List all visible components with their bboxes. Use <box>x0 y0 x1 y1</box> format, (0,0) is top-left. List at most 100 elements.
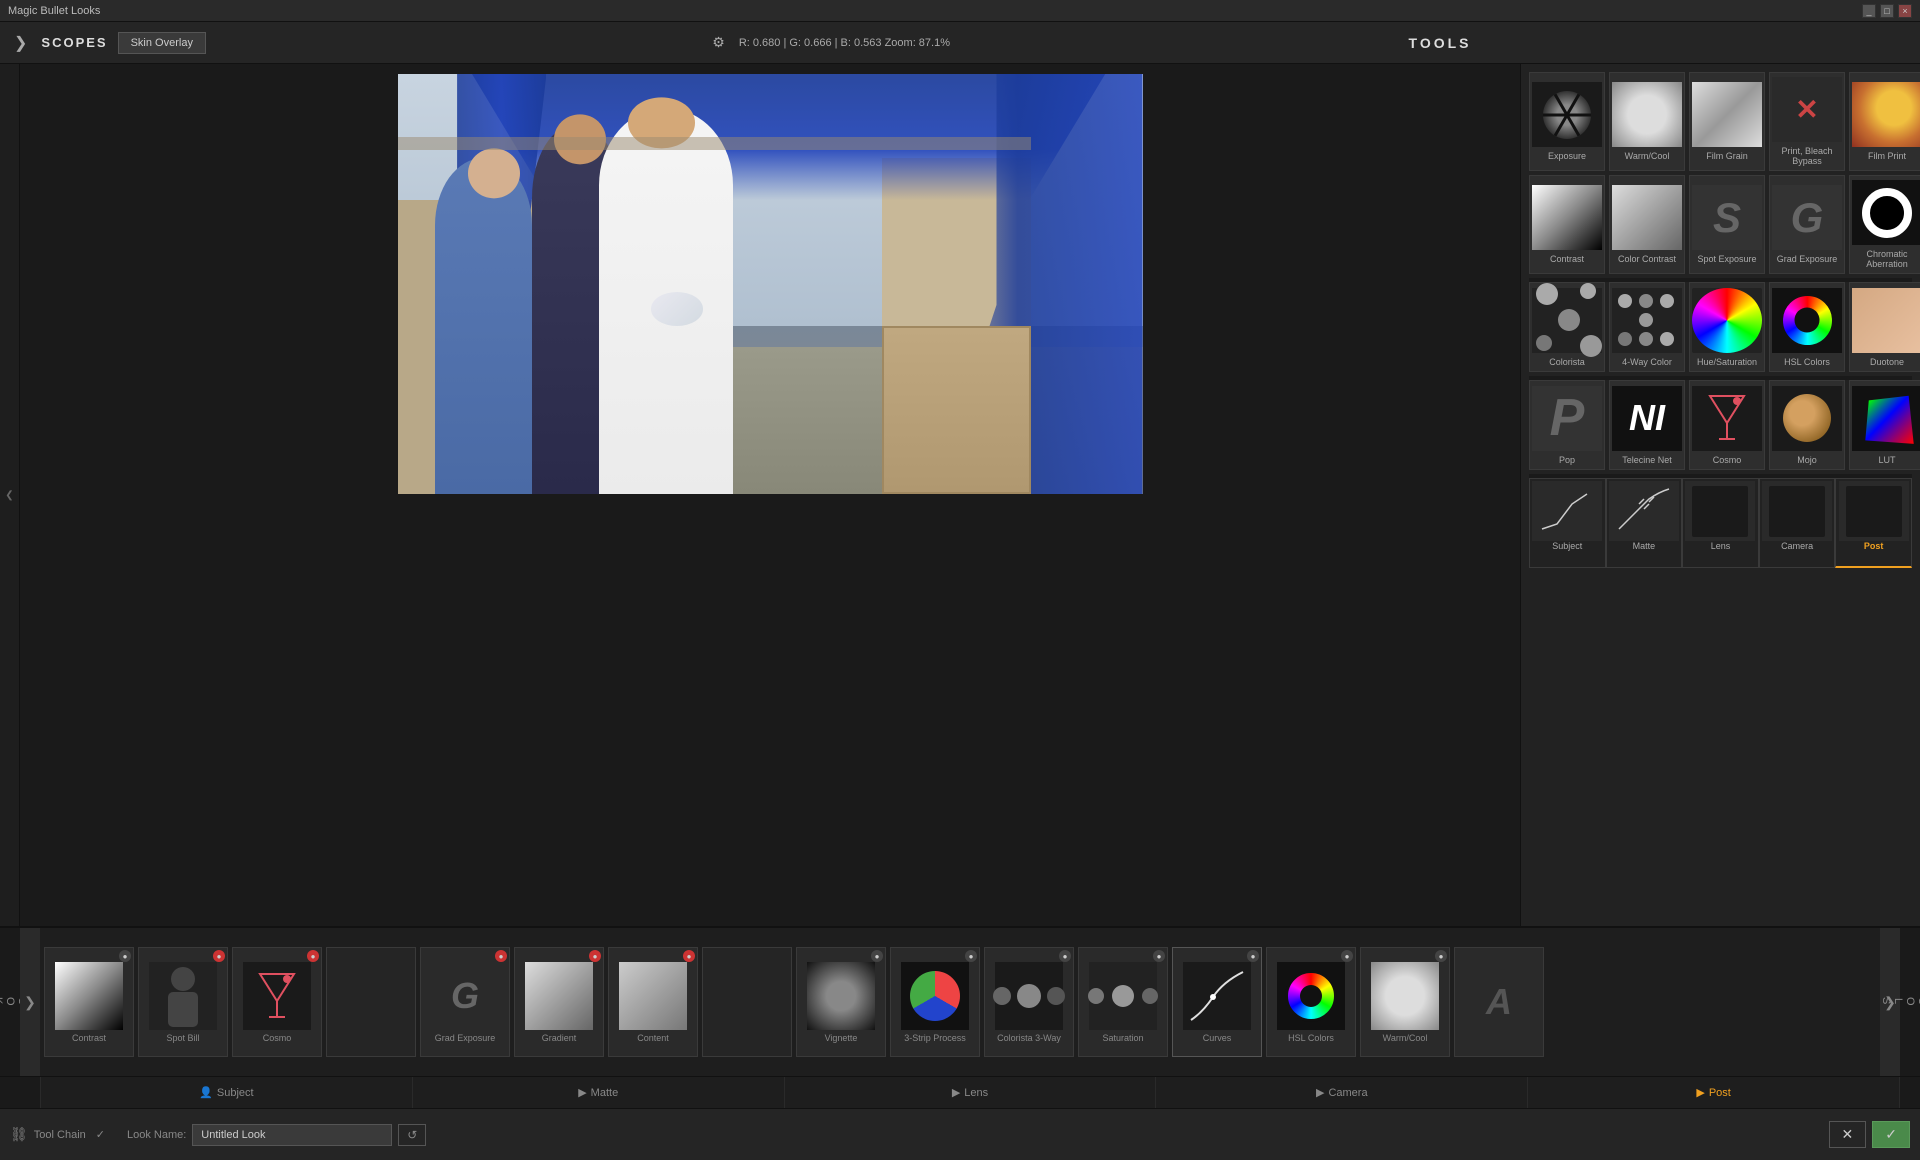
titlebar: Magic Bullet Looks _ □ × <box>0 0 1920 22</box>
tool-huesat[interactable]: Hue/Saturation <box>1689 282 1765 372</box>
pop-icon: P <box>1532 386 1602 451</box>
strip-thumb-gradient <box>524 961 594 1031</box>
tool-contrast[interactable]: Contrast <box>1529 175 1605 274</box>
strip-close-contrast[interactable]: ● <box>119 950 131 962</box>
segment-subject[interactable]: Subject <box>1529 478 1606 568</box>
section-subject[interactable]: 👤 Subject <box>40 1077 413 1108</box>
strip-item-hslcolors[interactable]: ● HSL Colors <box>1266 947 1356 1057</box>
section-camera[interactable]: ▶ Camera <box>1156 1077 1528 1108</box>
gradient-strip-icon <box>525 962 593 1030</box>
app-title: Magic Bullet Looks <box>8 5 100 17</box>
close-button[interactable]: × <box>1898 4 1912 18</box>
hslcolors-label: HSL Colors <box>1784 357 1830 367</box>
spotbill-strip-icon <box>149 962 217 1030</box>
segment-lens[interactable]: Lens <box>1682 478 1759 568</box>
strip-close-curves[interactable]: ● <box>1247 950 1259 962</box>
maximize-button[interactable]: □ <box>1880 4 1894 18</box>
strip-item-colorista3[interactable]: ● Colorista 3-Way <box>984 947 1074 1057</box>
post-bar-label: Post <box>1709 1087 1731 1099</box>
collapse-button[interactable]: ❯ <box>10 29 31 57</box>
tool-spotexposure[interactable]: S Spot Exposure <box>1689 175 1765 274</box>
tool-cosmo[interactable]: Cosmo <box>1689 380 1765 470</box>
o4-char: O <box>1904 997 1916 1008</box>
matte-bar-label: Matte <box>591 1087 619 1099</box>
colorcontrast-icon <box>1612 185 1682 250</box>
printbleach-label: Print, Bleach Bypass <box>1772 146 1842 166</box>
strip-item-content[interactable]: ● Content <box>608 947 698 1057</box>
strip-left-arrow[interactable]: ❯ <box>20 928 40 1076</box>
section-lens[interactable]: ▶ Lens <box>785 1077 1157 1108</box>
segment-matte[interactable]: Matte <box>1606 478 1683 568</box>
tool-gradexposure[interactable]: G Grad Exposure <box>1769 175 1845 274</box>
strip-item-spotbill[interactable]: ● Spot Bill <box>138 947 228 1057</box>
apply-button[interactable]: ✓ <box>1872 1121 1910 1148</box>
segment-post[interactable]: Post <box>1835 478 1912 568</box>
tool-mojo[interactable]: Mojo <box>1769 380 1845 470</box>
chromatic-thumb <box>1852 180 1920 245</box>
tool-duotone[interactable]: Duotone <box>1849 282 1920 372</box>
strip-item-saturation[interactable]: ● Saturation <box>1078 947 1168 1057</box>
minimize-button[interactable]: _ <box>1862 4 1876 18</box>
reset-button[interactable]: ↺ <box>398 1124 426 1146</box>
tool-telecine[interactable]: NI Telecine Net <box>1609 380 1685 470</box>
tool-pop[interactable]: P Pop <box>1529 380 1605 470</box>
lut-thumb <box>1852 386 1920 451</box>
dot-1 <box>1536 283 1558 305</box>
strip-close-cosmo[interactable]: ● <box>307 950 319 962</box>
strip-close-3strip[interactable]: ● <box>965 950 977 962</box>
tool-printbleach[interactable]: ✕ Print, Bleach Bypass <box>1769 72 1845 171</box>
strip-item-gap1 <box>326 947 416 1057</box>
preview-image <box>398 74 1143 494</box>
a-strip-icon: A <box>1465 968 1533 1036</box>
strip-close-spotbill[interactable]: ● <box>213 950 225 962</box>
tool-hslcolors[interactable]: HSL Colors <box>1769 282 1845 372</box>
strip-close-saturation[interactable]: ● <box>1153 950 1165 962</box>
strip-item-a[interactable]: A <box>1454 947 1544 1057</box>
tool-filmgrain[interactable]: Film Grain <box>1689 72 1765 171</box>
look-name-input[interactable] <box>192 1124 392 1146</box>
cancel-button[interactable]: ✕ <box>1829 1121 1867 1148</box>
g-strip-icon: G <box>431 962 499 1030</box>
4way-dot-1 <box>1618 294 1632 308</box>
strip-item-vignette[interactable]: ● Vignette <box>796 947 886 1057</box>
segment-camera[interactable]: Camera <box>1759 478 1836 568</box>
strip-thumb-gap2 <box>712 967 782 1037</box>
td-1 <box>993 987 1011 1005</box>
strip-item-curves[interactable]: ● Curves <box>1172 947 1262 1057</box>
strip-item-contrast[interactable]: ● Contrast <box>44 947 134 1057</box>
huesat-thumb <box>1692 288 1762 353</box>
left-panel[interactable]: ❮ <box>0 64 20 926</box>
tool-colorista[interactable]: Colorista <box>1529 282 1605 372</box>
tool-4way[interactable]: 4-Way Color <box>1609 282 1685 372</box>
strip-item-gradient[interactable]: ● Gradient <box>514 947 604 1057</box>
x-mark: ✕ <box>1795 93 1818 126</box>
tools-side: T O O L S <box>1900 928 1920 1076</box>
section-post[interactable]: ▶ Post <box>1528 1077 1900 1108</box>
window-controls: _ □ × <box>1862 4 1912 18</box>
tool-filmprint[interactable]: Film Print <box>1849 72 1920 171</box>
strip-label-saturation: Saturation <box>1102 1033 1143 1043</box>
strip-close-gradient[interactable]: ● <box>589 950 601 962</box>
strip-thumb-3strip <box>900 961 970 1031</box>
strip-item-cosmo[interactable]: ● Cosmo <box>232 947 322 1057</box>
3strip-icon <box>901 962 969 1030</box>
strip-thumb-gap1 <box>336 967 406 1037</box>
strip-close-gradexposure[interactable]: ● <box>495 950 507 962</box>
tool-colorcontrast[interactable]: Color Contrast <box>1609 175 1685 274</box>
tool-lut[interactable]: LUT <box>1849 380 1920 470</box>
tool-chromatic[interactable]: Chromatic Aberration <box>1849 175 1920 274</box>
tool-exposure[interactable]: Exposure <box>1529 72 1605 171</box>
section-matte[interactable]: ▶ Matte <box>413 1077 785 1108</box>
strip-close-vignette[interactable]: ● <box>871 950 883 962</box>
settings-icon[interactable]: ⚙ <box>712 34 725 51</box>
strip-item-gradexposure[interactable]: ● G Grad Exposure <box>420 947 510 1057</box>
l-char2: L <box>1892 998 1904 1006</box>
strip-close-content[interactable]: ● <box>683 950 695 962</box>
strip-item-3strip[interactable]: ● 3-Strip Process <box>890 947 980 1057</box>
strip-close-hslcolors[interactable]: ● <box>1341 950 1353 962</box>
strip-item-warmcool[interactable]: ● Warm/Cool <box>1360 947 1450 1057</box>
strip-close-warmcool[interactable]: ● <box>1435 950 1447 962</box>
skin-overlay-button[interactable]: Skin Overlay <box>118 32 206 54</box>
tool-warmcool[interactable]: Warm/Cool <box>1609 72 1685 171</box>
strip-close-colorista3[interactable]: ● <box>1059 950 1071 962</box>
